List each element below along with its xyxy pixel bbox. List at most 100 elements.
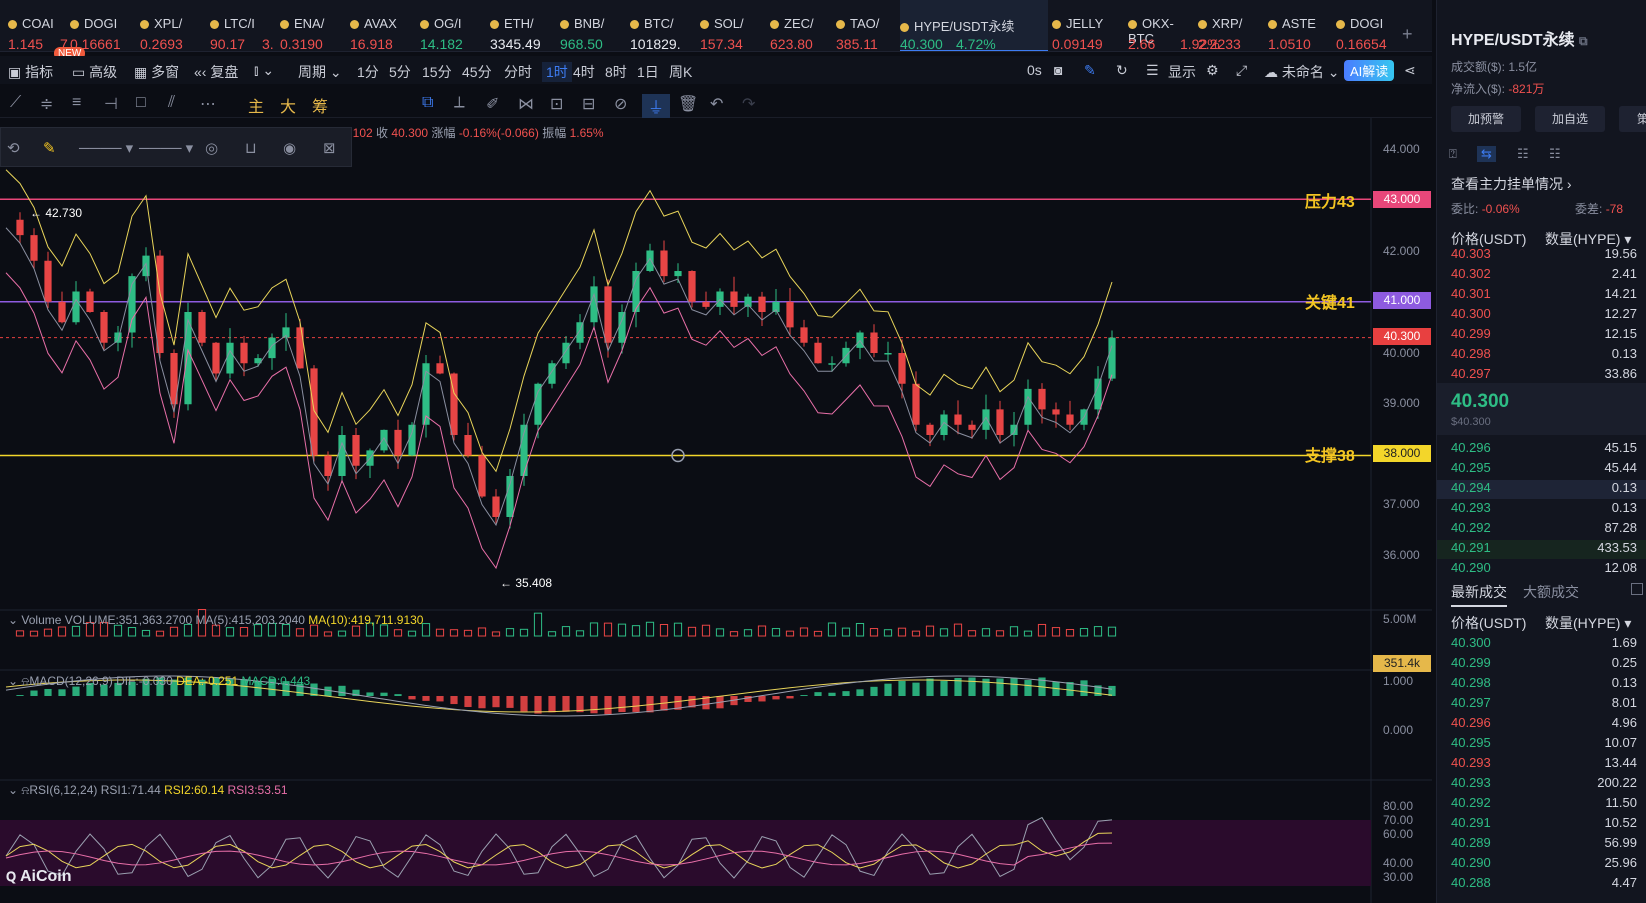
orderbook-row[interactable]: 40.302 2.41 [1437, 266, 1646, 285]
line-width-dropdown[interactable]: ──── ▾ [139, 139, 193, 157]
orderbook-row[interactable]: 40.290 12.08 [1437, 560, 1646, 579]
interval-6[interactable]: 4时 [573, 62, 595, 82]
orderbook-bids-icon[interactable]: ☷ [1517, 146, 1529, 162]
rect-tool-icon[interactable]: □ [136, 94, 146, 112]
settings-icon[interactable]: ⚙ [1206, 62, 1219, 79]
indicators-button[interactable]: ▣ 指标 [8, 62, 53, 82]
fullscreen-icon[interactable]: ⤢ [1236, 62, 1247, 79]
channel-tool-icon[interactable]: ≡ [72, 94, 81, 112]
ticker-item[interactable]: OG/I 14.182 [420, 0, 486, 51]
eye-icon[interactable]: ◉ [283, 139, 296, 157]
strategy-button[interactable]: 策略 [1619, 106, 1646, 132]
orderbook-row[interactable]: 40.288 4.47 [1437, 875, 1646, 894]
orderbook-row[interactable]: 40.293 200.22 [1437, 775, 1646, 794]
orderbook-asks-icon[interactable]: ☷ [1549, 146, 1561, 162]
big-trades-checkbox[interactable] [1631, 583, 1643, 595]
orderbook-row[interactable]: 40.295 45.44 [1437, 460, 1646, 479]
ray-tool-icon[interactable]: ⊣ [104, 94, 118, 114]
tab-latest-trades[interactable]: 最新成交 [1451, 582, 1507, 607]
delete-icon[interactable]: ⊠ [323, 139, 336, 157]
brush-icon[interactable]: ✐ [486, 94, 499, 114]
ticker-item[interactable]: ZEC/623.80 [770, 0, 836, 51]
chart-type-dropdown[interactable]: ⫾ ⌄ [254, 62, 274, 79]
undo-arrow-icon[interactable]: ↶ [710, 94, 723, 114]
ticker-item[interactable]: BNB/968.50 [560, 0, 626, 51]
interval-1[interactable]: 5分 [389, 62, 411, 82]
orderbook-row[interactable]: 40.303 19.56 [1437, 246, 1646, 265]
orderbook-row[interactable]: 40.290 25.96 [1437, 855, 1646, 874]
add-alert-button[interactable]: 加预警 [1451, 106, 1521, 132]
ruler-icon[interactable]: ⟂ [454, 94, 465, 112]
ticker-item[interactable]: TAO/385.11 [836, 0, 902, 51]
ticker-item[interactable]: AVAX 16.918 [350, 0, 416, 51]
magnet-icon[interactable]: ⋈ [518, 94, 534, 114]
trash-icon[interactable]: 🗑 [678, 94, 698, 114]
share-icon[interactable]: ⋖ [1404, 62, 1416, 79]
orderbook-row[interactable]: 40.298 0.13 [1437, 675, 1646, 694]
main-indicator-button[interactable]: 主 [248, 93, 264, 117]
interval-5[interactable]: 1时 [542, 62, 572, 82]
orderbook-row[interactable]: 40.293 0.13 [1437, 500, 1646, 519]
filter-icon[interactable]: ⏚ [642, 94, 671, 118]
advanced-button[interactable]: ▭ 高级 [72, 62, 117, 82]
layout-dropdown[interactable]: ☁ 未命名 ⌄ [1264, 62, 1340, 82]
ai-analysis-button[interactable]: AI解读 [1344, 60, 1395, 81]
orderbook-row[interactable]: 40.291 433.53 [1437, 540, 1646, 559]
ticker-item[interactable]: BTC/101829. [630, 0, 696, 51]
orderbook-row[interactable]: 40.292 11.50 [1437, 795, 1646, 814]
hline-tool-icon[interactable]: ≑ [40, 94, 53, 114]
mainforce-link[interactable]: 查看主力挂单情况 › [1451, 174, 1572, 194]
ticker-item[interactable]: SOL/157.34 [700, 0, 766, 51]
orderbook-row[interactable]: 40.299 12.15 [1437, 326, 1646, 345]
display-button[interactable]: 显示 [1168, 62, 1196, 82]
pencil-icon[interactable]: ✎ [1084, 62, 1096, 79]
orderbook-row[interactable]: 40.293 13.44 [1437, 755, 1646, 774]
add-ticker-button[interactable]: + [1402, 24, 1413, 45]
interval-2[interactable]: 15分 [422, 62, 452, 82]
copy-symbol-icon[interactable]: ⧉ [1579, 34, 1588, 48]
ticker-item[interactable]: DOGI 0.16654 [1336, 0, 1402, 51]
interval-4[interactable]: 分时 [504, 62, 532, 82]
interval-3[interactable]: 45分 [462, 62, 492, 82]
unlock-icon[interactable]: ⊔ [245, 139, 257, 157]
list-icon[interactable]: ☰ [1146, 62, 1159, 79]
ticker-item[interactable]: COAI 1.145 7 [8, 0, 74, 51]
edit-icon[interactable]: ⊟ [582, 94, 595, 114]
ticker-item[interactable]: DOGI 0.16661 [70, 0, 136, 51]
orderbook-row[interactable]: 40.291 10.52 [1437, 815, 1646, 834]
orderbook-row[interactable]: 40.297 33.86 [1437, 366, 1646, 385]
interval-0[interactable]: 1分 [357, 62, 379, 82]
multi-window-button[interactable]: ▦ 多窗 [134, 62, 179, 82]
ticker-item[interactable]: XRP/2.2233 [1198, 0, 1264, 51]
orderbook-row[interactable]: 40.296 4.96 [1437, 715, 1646, 734]
ticker-item[interactable]: ETH/3345.49 [490, 0, 556, 51]
clone-icon[interactable]: ⟲ [7, 139, 20, 157]
ticker-item[interactable]: ASTE 1.0510 [1268, 0, 1334, 51]
orderbook-both-icon[interactable]: ⇆ [1477, 146, 1496, 162]
interval-8[interactable]: 1日 [637, 62, 659, 82]
orderbook-view-icon[interactable]: ⍰ [1449, 146, 1457, 162]
redo-arrow-icon[interactable]: ↷ [742, 94, 755, 114]
camera-icon[interactable]: ◙ [1054, 62, 1062, 78]
replay-button[interactable]: «‹ 复盘 [194, 62, 238, 82]
fib-tool-icon[interactable]: ⫽ [168, 94, 175, 112]
ticker-item[interactable]: ENA/0.3190 [280, 0, 346, 51]
interval-9[interactable]: 周K [669, 62, 692, 82]
orderbook-row[interactable]: 40.300 1.69 [1437, 635, 1646, 654]
color-pencil-icon[interactable]: ✎ [43, 139, 56, 157]
big-order-button[interactable]: 大 [280, 93, 296, 117]
ticker-item[interactable]: LTC/I 90.17 3. [210, 0, 276, 51]
period-dropdown[interactable]: 周期 ⌄ [298, 62, 342, 82]
chips-button[interactable]: 筹 [312, 93, 328, 117]
orderbook-row[interactable]: 40.289 56.99 [1437, 835, 1646, 854]
orderbook-row[interactable]: 40.300 12.27 [1437, 306, 1646, 325]
lock-icon[interactable]: ⊡ [550, 94, 563, 114]
ticker-item[interactable]: JELLY 0.09149 [1052, 0, 1118, 51]
eraser-icon[interactable]: ⊘ [614, 94, 627, 114]
orderbook-row[interactable]: 40.292 87.28 [1437, 520, 1646, 539]
orderbook-row[interactable]: 40.301 14.21 [1437, 286, 1646, 305]
add-watchlist-button[interactable]: 加自选 [1535, 106, 1605, 132]
orderbook-row[interactable]: 40.295 10.07 [1437, 735, 1646, 754]
line-tool-icon[interactable]: ⟋ [10, 94, 21, 112]
copy-icon[interactable]: ⧉ [422, 94, 433, 112]
